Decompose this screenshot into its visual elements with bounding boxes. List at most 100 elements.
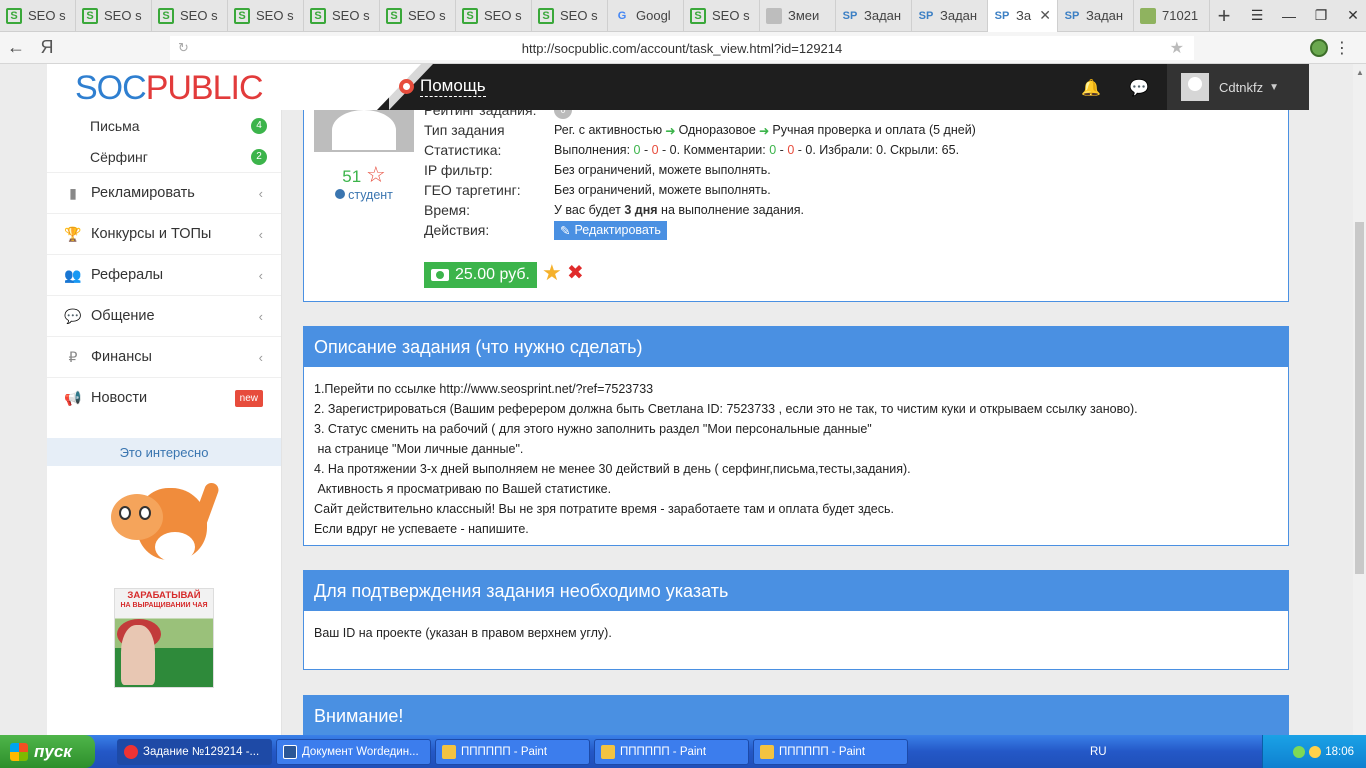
description-panel: Описание задания (что нужно сделать) 1.П… — [303, 326, 1289, 546]
browser-tab[interactable]: S SEO s — [304, 0, 380, 32]
tab-title: SEO s — [180, 8, 218, 23]
sidebar-item-contests[interactable]: 🏆 Конкурсы и ТОПы ‹ — [47, 213, 281, 254]
author-rank[interactable]: студент — [314, 188, 414, 202]
chat-icon[interactable]: 💬 — [1129, 78, 1149, 98]
back-arrow-icon[interactable]: ← — [0, 37, 32, 58]
word-document-icon — [283, 744, 297, 759]
browser-tab[interactable]: G Googl — [608, 0, 684, 32]
browser-tab[interactable]: S SEO s — [532, 0, 608, 32]
username: Cdtnkfz — [1219, 79, 1264, 95]
sidebar-item-letters[interactable]: Письма 4 — [47, 110, 281, 141]
system-tray: 18:06 — [1262, 735, 1366, 768]
scrollbar-thumb[interactable] — [1355, 222, 1364, 574]
socpublic-logo[interactable]: SOCPUBLIC — [75, 69, 264, 108]
image-icon — [1140, 7, 1156, 24]
sidebar-item-finances[interactable]: ₽ Финансы ‹ — [47, 336, 281, 377]
url-field[interactable]: ↻ http://socpublic.com/account/task_view… — [170, 36, 1194, 60]
browser-tab[interactable]: SP Задан — [836, 0, 912, 32]
description-line: 1.Перейти по ссылке http://www.seosprint… — [314, 382, 654, 396]
browser-tab[interactable]: SP Задан — [1058, 0, 1134, 32]
tab-title: SEO s — [560, 8, 598, 23]
description-title: Описание задания (что нужно сделать) — [304, 327, 1288, 367]
close-window-icon[interactable]: ✕ — [1340, 7, 1366, 24]
edit-button[interactable]: ✎ Редактировать — [554, 220, 667, 240]
stats-row: Статистика: Выполнения: 0 - 0 - 0 . Комм… — [424, 142, 960, 158]
windows-flag-icon — [10, 742, 28, 761]
chevron-left-icon: ‹ — [258, 308, 263, 324]
tray-icon[interactable] — [1309, 745, 1322, 758]
clock[interactable]: 18:06 — [1325, 746, 1354, 758]
start-button[interactable]: пуск — [0, 735, 95, 768]
tab-title: Змеи — [788, 8, 820, 23]
author-avatar[interactable] — [314, 110, 414, 152]
favorite-star-icon[interactable]: ★ — [542, 260, 562, 286]
tea-game-ad-banner[interactable]: ЗАРАБАТЫВАЙ НА ВЫРАЩИВАНИИ ЧАЯ — [114, 588, 214, 688]
confirmation-title: Для подтверждения задания необходимо ука… — [304, 571, 1288, 611]
window-controls: ☰ — ❐ ✕ — [1238, 0, 1366, 32]
help-link[interactable]: Помощь — [399, 76, 486, 97]
bookmark-star-icon[interactable]: ★ — [1170, 38, 1184, 58]
reload-icon[interactable]: ↻ — [178, 40, 189, 56]
tray-icon[interactable] — [1293, 745, 1306, 758]
taskbar-item[interactable]: ПППППП - Paint — [753, 738, 908, 765]
browser-tab[interactable]: S SEO s — [380, 0, 456, 32]
avatar — [1181, 73, 1209, 101]
yandex-logo-icon[interactable]: Я — [32, 37, 62, 58]
paint-icon — [442, 744, 456, 759]
browser-tab[interactable]: 71021 — [1134, 0, 1210, 32]
sidebar-item-communication[interactable]: 💬 Общение ‹ — [47, 295, 281, 336]
taskbar-item[interactable]: Задание №129214 -... — [117, 738, 272, 765]
type-row: Тип задания Рег. с активностью ➜ Одноразо… — [424, 122, 976, 138]
tab-title: 71021 — [1162, 8, 1199, 23]
socpublic-icon: SP — [842, 9, 858, 22]
cat-illustration[interactable] — [109, 476, 221, 576]
main-content: 51 ☆ студент Рейтинг задания: 0 Тип зада… — [282, 110, 1353, 735]
chevron-left-icon: ‹ — [258, 226, 263, 242]
sidebar-item-news[interactable]: 📢 Новости new — [47, 377, 281, 418]
browser-tab[interactable]: S SEO s — [76, 0, 152, 32]
minimize-icon[interactable]: — — [1276, 8, 1302, 24]
more-menu-icon[interactable]: ⋮ — [1334, 38, 1350, 58]
time-row: Время: У вас будет 3 дня на выполнение з… — [424, 202, 804, 218]
seosprint-icon: S — [690, 7, 706, 24]
ruble-icon: ₽ — [68, 348, 78, 365]
paint-icon — [760, 744, 774, 759]
taskbar-item[interactable]: Документ Wordедин... — [276, 738, 431, 765]
browser-tab[interactable]: S SEO s — [0, 0, 76, 32]
sidebar: Письма 4 Сёрфинг 2 ▮ Рекламировать ‹ 🏆 К… — [47, 110, 282, 735]
tab-title: Задан — [940, 8, 978, 23]
sidebar-item-advertise[interactable]: ▮ Рекламировать ‹ — [47, 172, 281, 213]
scroll-up-icon[interactable]: ▲ — [1356, 68, 1364, 77]
site-header: SOCPUBLIC Помощь 🔔 💬 Cdtnkfz ▼ — [47, 64, 1309, 110]
hide-task-icon[interactable]: ✖ — [567, 260, 584, 285]
browser-tab[interactable]: S SEO s — [152, 0, 228, 32]
author-score: 51 ☆ — [342, 162, 386, 187]
browser-tab[interactable]: S SEO s — [456, 0, 532, 32]
taskbar-item[interactable]: ПППППП - Paint — [435, 738, 590, 765]
sidebar-item-surfing[interactable]: Сёрфинг 2 — [47, 141, 281, 172]
bell-icon[interactable]: 🔔 — [1081, 78, 1101, 98]
globe-icon[interactable] — [1310, 39, 1328, 57]
task-info-panel: 51 ☆ студент Рейтинг задания: 0 Тип зада… — [303, 110, 1289, 302]
taskbar-item[interactable]: ПППППП - Paint — [594, 738, 749, 765]
seosprint-icon: S — [538, 7, 554, 24]
new-tab-button[interactable]: + — [1210, 0, 1238, 32]
browser-tab[interactable]: Змеи — [760, 0, 836, 32]
user-menu[interactable]: Cdtnkfz ▼ — [1167, 64, 1309, 110]
menu-icon[interactable]: ☰ — [1244, 7, 1270, 24]
attention-title: Внимание! — [304, 696, 1288, 735]
seosprint-icon: S — [234, 7, 250, 24]
close-icon[interactable]: ✕ — [1039, 7, 1051, 24]
browser-tab[interactable]: SP Задан — [912, 0, 988, 32]
language-indicator[interactable]: RU — [1090, 746, 1107, 758]
restore-icon[interactable]: ❐ — [1308, 7, 1334, 24]
page-scrollbar[interactable]: ▲ — [1353, 64, 1366, 735]
browser-tab-active[interactable]: SP За ✕ — [988, 0, 1058, 32]
sidebar-item-referrals[interactable]: 👥 Рефералы ‹ — [47, 254, 281, 295]
yandex-browser-icon — [124, 744, 138, 759]
browser-tab[interactable]: S SEO s — [228, 0, 304, 32]
seosprint-icon: S — [158, 7, 174, 24]
browser-tab[interactable]: S SEO s — [684, 0, 760, 32]
star-outline-icon: ☆ — [365, 162, 386, 187]
seosprint-icon: S — [6, 7, 22, 24]
